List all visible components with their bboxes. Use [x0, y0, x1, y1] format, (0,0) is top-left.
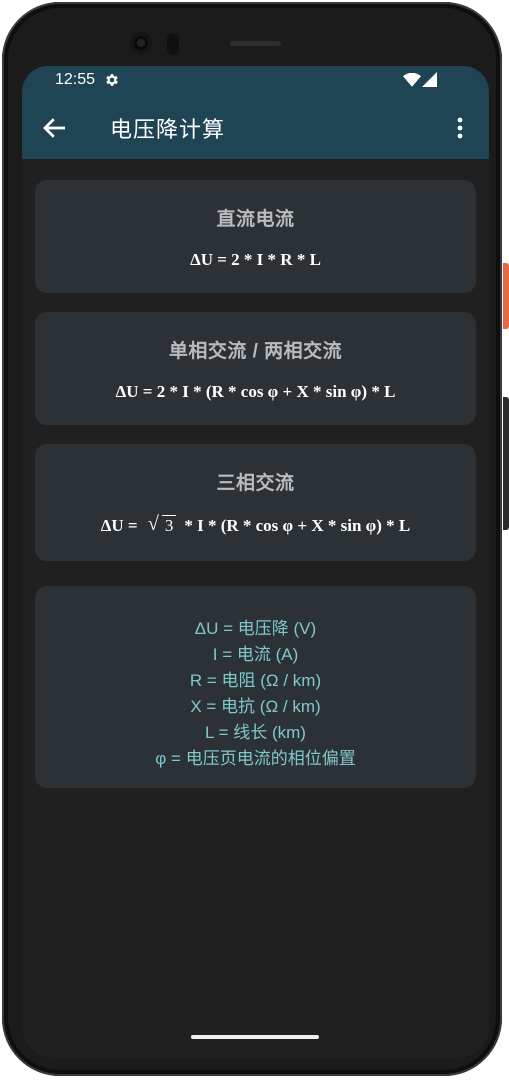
power-button — [503, 263, 509, 329]
single-phase-formula-card: 单相交流 / 两相交流 ΔU = 2 * I * (R * cos φ + X … — [35, 312, 476, 425]
back-arrow-icon[interactable] — [40, 113, 70, 143]
front-camera — [130, 32, 152, 54]
card-title: 单相交流 / 两相交流 — [168, 341, 343, 362]
legend-item: I = 电流 (A) — [212, 645, 299, 664]
card-title: 直流电流 — [216, 209, 295, 230]
app-bar: 电压降计算 — [22, 96, 489, 159]
three-phase-formula-card: 三相交流 ΔU = √ 3 * I * (R * cos φ + X * sin φ… — [35, 444, 476, 561]
formula-suffix: * I * (R * cos φ + X * sin φ) * L — [184, 516, 411, 535]
legend-item: X = 电抗 (Ω / km) — [190, 697, 321, 716]
volume-button — [503, 397, 509, 530]
status-time: 12:55 — [55, 71, 96, 88]
formula-prefix: ΔU = — [100, 516, 142, 535]
page-title: 电压降计算 — [110, 117, 226, 142]
square-root: √ 3 — [147, 513, 177, 536]
formula-text: ΔU = 2 * I * (R * cos φ + X * sin φ) * L — [115, 382, 396, 401]
formula-text: ΔU = 2 * I * R * L — [190, 250, 321, 269]
radical-icon: √ — [147, 513, 159, 535]
formula-text: ΔU = √ 3 * I * (R * cos φ + X * sin φ) * L — [35, 513, 476, 536]
dc-formula-card: 直流电流 ΔU = 2 * I * R * L — [35, 180, 476, 293]
variable-legend-card: ΔU = 电压降 (V) I = 电流 (A) R = 电阻 (Ω / km) … — [35, 586, 476, 788]
sqrt-value: 3 — [161, 515, 177, 535]
wifi-icon — [403, 73, 421, 87]
earpiece-speaker — [230, 41, 281, 46]
home-indicator[interactable] — [191, 1035, 319, 1039]
more-vertical-icon[interactable] — [448, 113, 472, 143]
settings-icon — [106, 74, 118, 86]
legend-item: L = 线长 (km) — [205, 723, 306, 742]
legend-item: ΔU = 电压降 (V) — [194, 619, 317, 638]
legend-item: R = 电阻 (Ω / km) — [189, 671, 322, 690]
legend-item: φ = 电压页电流的相位偏置 — [155, 749, 356, 768]
card-title: 三相交流 — [216, 473, 295, 494]
status-bar: 12:55 — [22, 66, 489, 96]
phone-frame: 12:55 电压降计算 直流电流 ΔU = 2 * I * R * L 单相交流… — [2, 2, 502, 1076]
proximity-sensor — [167, 33, 179, 55]
signal-icon — [422, 72, 437, 87]
screen: 12:55 电压降计算 直流电流 ΔU = 2 * I * R * L 单相交流… — [22, 66, 489, 1057]
